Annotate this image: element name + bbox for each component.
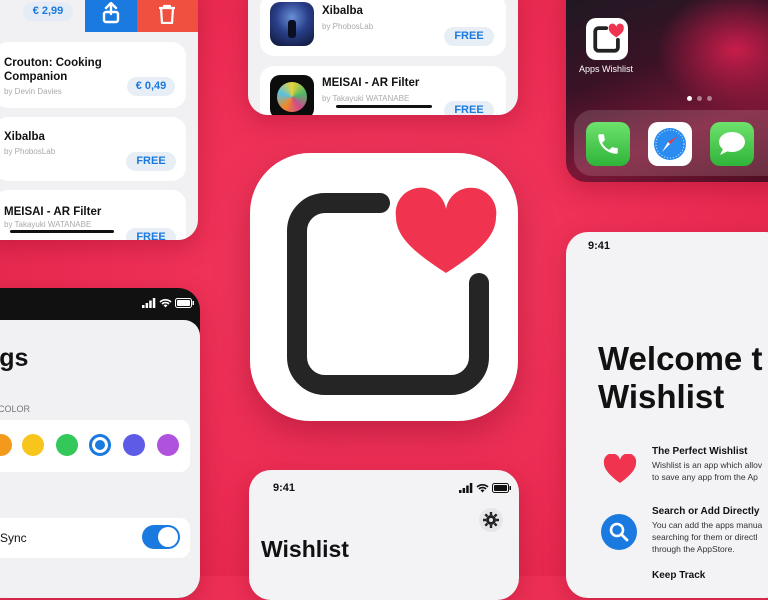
developer-name: by Takayuki WATANABE: [4, 220, 92, 229]
page-title: ngs: [0, 344, 29, 372]
price-button[interactable]: FREE: [126, 228, 176, 240]
app-icon-meisai: [270, 75, 314, 115]
share-action[interactable]: [85, 0, 137, 32]
welcome-title-line1: Welcome t: [598, 340, 763, 377]
search-icon-badge: [601, 514, 637, 550]
cellular-signal-icon: [459, 483, 473, 493]
wallpaper-glow: [656, 0, 768, 110]
color-swatch-yellow[interactable]: [22, 434, 44, 456]
app-name: Xibalba: [322, 5, 363, 17]
feature-description: You can add the apps manua: [652, 520, 763, 530]
price-button[interactable]: FREE: [444, 27, 494, 46]
color-swatch-green[interactable]: [56, 434, 78, 456]
safari-app[interactable]: [648, 122, 692, 166]
app-icon-xibalba: [270, 2, 314, 46]
setting-row-sync: Sync: [0, 518, 190, 558]
home-indicator: [336, 105, 432, 108]
app-name: MEISAI - AR Filter: [4, 206, 102, 218]
developer-name: by Devin Davies: [4, 87, 62, 96]
page-title: Wishlist: [261, 536, 349, 562]
price-button[interactable]: € 2,99: [23, 2, 73, 21]
section-label: COLOR: [0, 404, 31, 414]
wishlist-logo-icon: [287, 187, 497, 395]
feature-description: searching for them or directl: [652, 532, 758, 542]
search-icon: [609, 522, 629, 542]
color-swatch-purple[interactable]: [157, 434, 179, 456]
battery-icon: [492, 483, 511, 493]
gear-icon: [483, 512, 499, 528]
feature-title: Search or Add Directly: [652, 506, 760, 517]
safari-icon: [654, 128, 686, 160]
status-time: 9:41: [588, 240, 611, 252]
price-button[interactable]: FREE: [444, 101, 494, 115]
cellular-signal-icon: [142, 298, 156, 308]
feature-description: to save any app from the Ap: [652, 472, 758, 482]
sync-toggle[interactable]: [142, 525, 180, 549]
feature-description: through the AppStore.: [652, 544, 735, 554]
delete-action[interactable]: [137, 0, 198, 32]
developer-name: by PhobosLab: [4, 147, 56, 156]
app-label: Apps Wishlist: [579, 64, 634, 74]
share-icon: [102, 2, 120, 24]
color-swatch-blue-selected[interactable]: [89, 434, 111, 456]
wifi-icon: [476, 484, 489, 493]
settings-button[interactable]: [479, 508, 503, 532]
wishlist-logo-icon: [593, 23, 624, 53]
list-item[interactable]: Xibalba by PhobosLab FREE: [0, 117, 186, 181]
color-swatch-indigo[interactable]: [123, 434, 145, 456]
battery-icon: [175, 298, 194, 308]
feature-title: The Perfect Wishlist: [652, 446, 748, 457]
phone-app[interactable]: [586, 122, 630, 166]
developer-name: by Takayuki WATANABE: [322, 94, 410, 103]
settings-sheet: ngs COLOR Sync: [0, 320, 200, 598]
app-name: MEISAI - AR Filter: [322, 77, 420, 89]
welcome-screen-card: 9:41 Welcome t Wishlist The Perfect Wish…: [566, 232, 768, 598]
messages-icon: [719, 132, 745, 155]
sync-label: Sync: [0, 531, 27, 545]
heart-icon: [603, 454, 637, 483]
toggle-knob: [158, 527, 178, 547]
app-name-line2: Companion: [4, 71, 68, 83]
feature-description: Wishlist is an app which allov: [652, 460, 763, 470]
welcome-title-line2: Wishlist: [598, 378, 725, 415]
app-name: Xibalba: [4, 131, 45, 143]
dock: [574, 110, 768, 176]
trash-icon: [159, 4, 175, 24]
price-button[interactable]: FREE: [126, 152, 176, 171]
app-name: Crouton: Cooking: [4, 57, 102, 69]
list-item[interactable]: Crouton: Cooking Companion by Devin Davi…: [0, 42, 186, 108]
phone-icon: [598, 134, 618, 154]
wifi-icon: [159, 299, 172, 308]
list-item[interactable]: Xibalba by PhobosLab FREE: [260, 0, 506, 56]
wishlist-screen-card: 9:41 Wishlist: [249, 470, 519, 600]
developer-name: by PhobosLab: [322, 22, 374, 31]
app-list-card-left: € 2,99 Crouton: Cooking Companion by Dev…: [0, 0, 198, 240]
home-indicator: [10, 230, 114, 233]
status-time: 9:41: [273, 482, 296, 494]
home-screen-card: Apps Wishlist: [566, 0, 768, 182]
wishlist-app-icon[interactable]: [586, 18, 628, 60]
app-list-card-center: Xibalba by PhobosLab FREE MEISAI - AR Fi…: [248, 0, 518, 115]
wishlist-app-icon-large: [250, 153, 518, 421]
messages-app[interactable]: [710, 122, 754, 166]
price-button[interactable]: € 0,49: [127, 77, 175, 96]
